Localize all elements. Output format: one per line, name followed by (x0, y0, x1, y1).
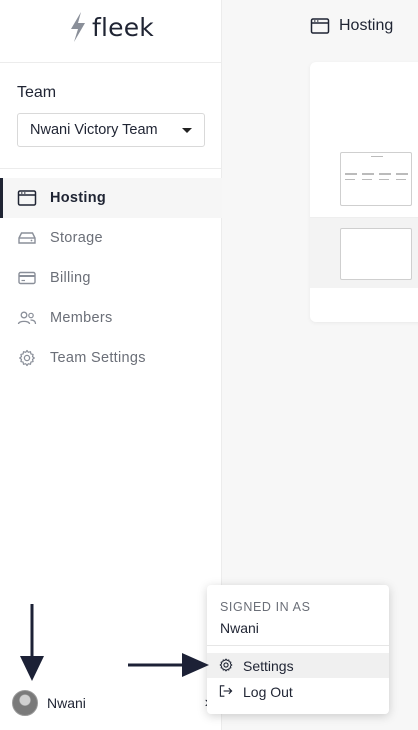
site-preview-thumbnail[interactable] (340, 152, 412, 206)
credit-card-icon (18, 271, 36, 285)
right-arrow-annotation-icon (128, 653, 209, 677)
menu-divider (207, 645, 389, 646)
caret-down-icon (182, 128, 192, 133)
sidebar-item-billing[interactable]: Billing (0, 258, 222, 298)
sidebar-item-label: Team Settings (50, 350, 146, 366)
lightning-bolt-icon (71, 12, 85, 42)
gear-icon (219, 658, 233, 672)
menu-item-label: Settings (243, 657, 294, 674)
sidebar-item-team-settings[interactable]: Team Settings (0, 338, 222, 378)
sidebar-item-hosting[interactable]: Hosting (0, 178, 222, 218)
signed-in-username: Nwani (220, 620, 259, 636)
menu-item-settings[interactable]: Settings (207, 653, 389, 678)
users-icon (17, 311, 37, 325)
team-label: Team (17, 84, 57, 101)
sidebar-item-label: Members (50, 310, 113, 326)
fleek-logo[interactable]: fleek (68, 10, 154, 44)
sidebar-item-label: Hosting (50, 190, 107, 206)
team-select[interactable]: Nwani Victory Team (17, 113, 205, 147)
menu-item-log-out[interactable]: Log Out (207, 679, 389, 704)
sidebar-item-label: Billing (50, 270, 91, 286)
user-name: Nwani (47, 695, 86, 711)
sidebar-divider (0, 62, 222, 63)
sidebar-nav: Hosting Storage Billing Members Team Set… (0, 178, 222, 378)
down-arrow-annotation-icon (20, 604, 44, 681)
browser-window-icon (17, 190, 37, 206)
drive-icon (18, 232, 36, 244)
page-header: Hosting (310, 17, 393, 35)
page-title: Hosting (339, 17, 394, 34)
sidebar-item-storage[interactable]: Storage (0, 218, 222, 258)
logo-text: fleek (92, 12, 154, 42)
avatar (12, 690, 38, 716)
site-preview-thumbnail[interactable] (340, 228, 412, 280)
sidebar-item-label: Storage (50, 230, 103, 246)
gear-icon (19, 349, 35, 367)
menu-item-label: Log Out (243, 683, 293, 700)
browser-window-icon (310, 18, 330, 34)
team-select-value: Nwani Victory Team (30, 122, 158, 138)
hosting-card[interactable] (310, 62, 418, 322)
logout-icon (219, 685, 233, 697)
account-dropdown-menu: SIGNED IN AS Nwani Settings Log Out (207, 585, 389, 714)
sidebar-item-members[interactable]: Members (0, 298, 222, 338)
sidebar-divider (0, 168, 222, 169)
signed-in-heading: SIGNED IN AS (220, 600, 311, 614)
account-menu-trigger[interactable]: Nwani › (12, 690, 212, 716)
